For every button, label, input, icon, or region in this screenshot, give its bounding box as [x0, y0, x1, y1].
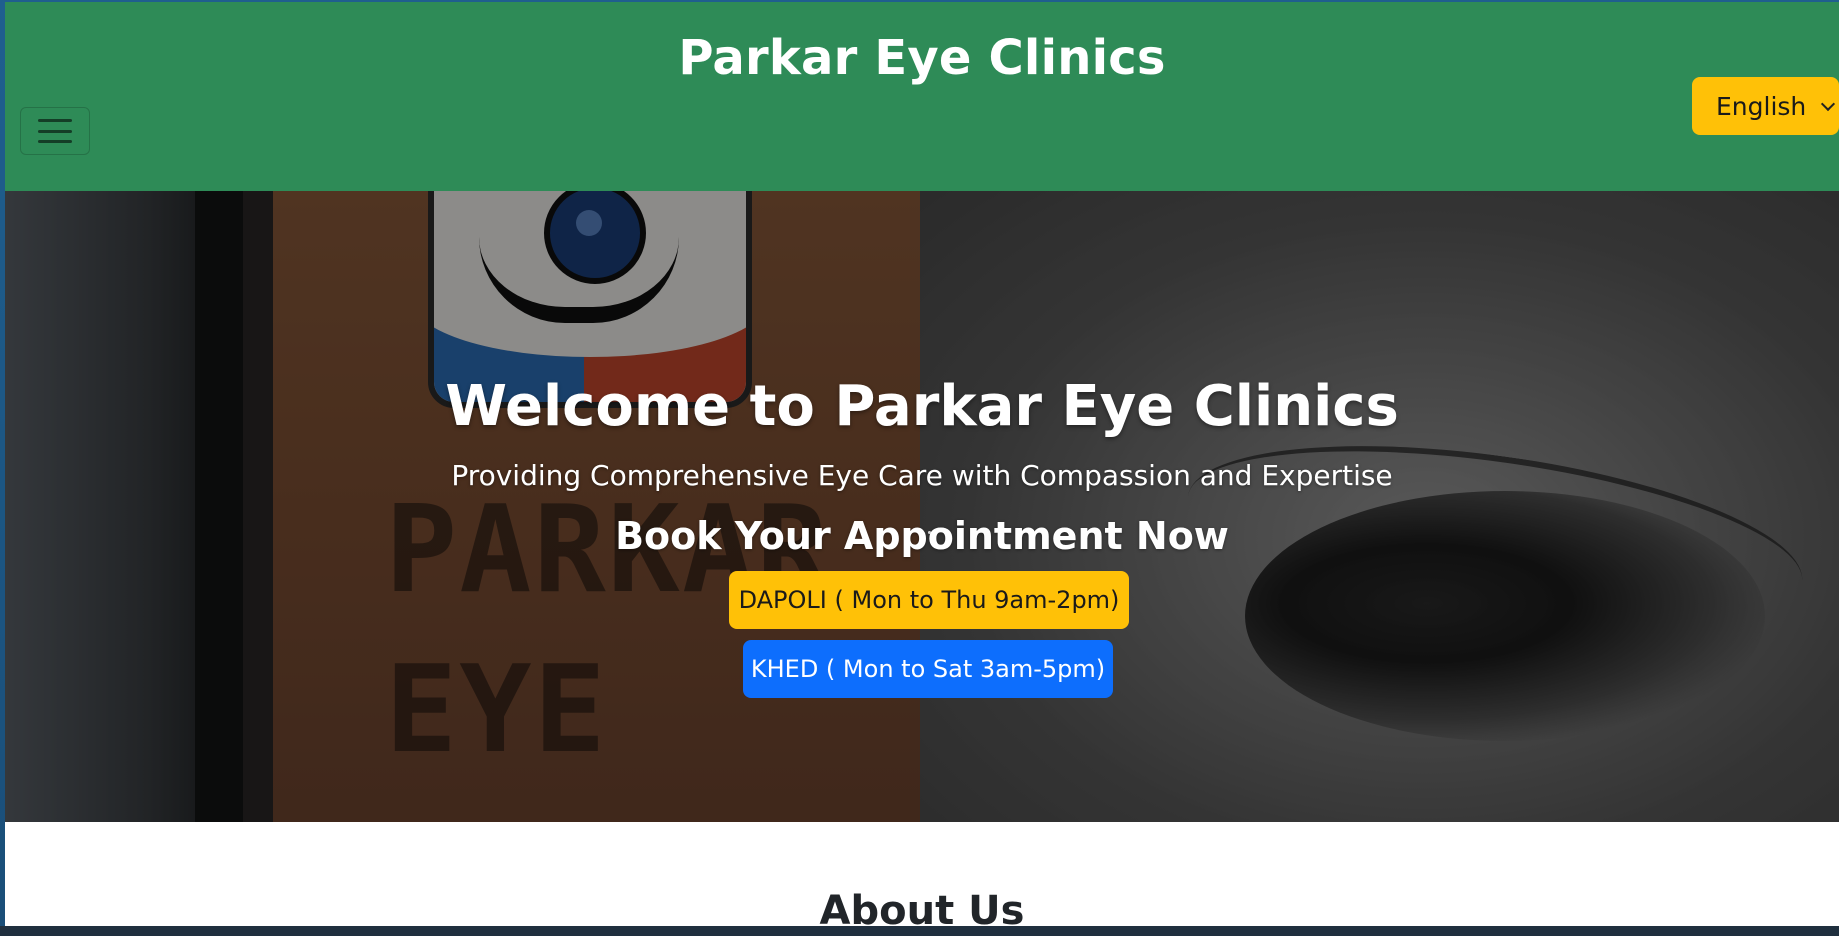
appointment-heading: Book Your Appointment Now [615, 514, 1229, 558]
window-bottom-edge [0, 926, 1839, 936]
language-select[interactable]: English [1692, 77, 1839, 135]
hero-subtitle: Providing Comprehensive Eye Care with Co… [451, 459, 1393, 492]
about-title: About Us [819, 888, 1025, 926]
about-section: About Us [5, 822, 1839, 926]
language-select-value: English [1716, 91, 1807, 121]
dapoli-appointment-button[interactable]: DAPOLI ( Mon to Thu 9am-2pm) [729, 571, 1129, 629]
hamburger-menu-icon [38, 119, 72, 143]
khed-appointment-button[interactable]: KHED ( Mon to Sat 3am-5pm) [743, 640, 1113, 698]
menu-toggle-button[interactable] [20, 107, 90, 155]
hero-title: Welcome to Parkar Eye Clinics [445, 374, 1399, 439]
site-header: Parkar Eye Clinics English [5, 2, 1839, 191]
chevron-down-icon [1820, 96, 1836, 112]
hero-content: Welcome to Parkar Eye Clinics Providing … [5, 191, 1839, 822]
hero-section: PARKAR EYE Welcome to Parkar Eye Clinics… [5, 191, 1839, 822]
page-viewport: Parkar Eye Clinics English PARKAR EYE We… [5, 2, 1839, 926]
site-title: Parkar Eye Clinics [678, 30, 1166, 86]
